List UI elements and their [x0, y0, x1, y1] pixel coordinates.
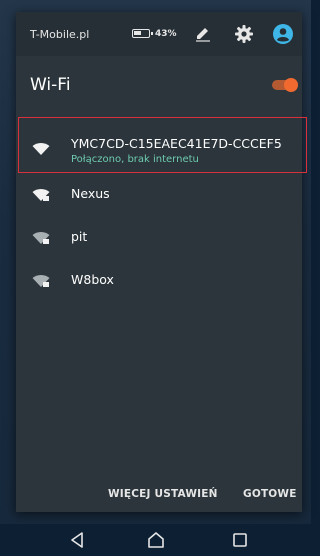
settings-gear-icon[interactable] [234, 24, 254, 44]
wifi-header: Wi-Fi [16, 56, 302, 112]
wifi-toggle[interactable] [272, 78, 300, 92]
user-account-icon[interactable] [272, 23, 294, 45]
toggle-knob [284, 78, 298, 92]
network-item[interactable]: pit [16, 227, 302, 251]
network-ssid: W8box [71, 272, 114, 287]
navigation-bar [0, 524, 311, 556]
battery-icon [132, 29, 153, 38]
wifi-secured-icon [32, 232, 50, 244]
status-bar: T-Mobile.pl 43% [16, 12, 302, 56]
network-ssid: pit [71, 229, 88, 244]
wifi-secured-icon [32, 189, 50, 201]
battery-percent: 43% [155, 29, 177, 39]
recents-icon[interactable] [230, 530, 250, 550]
wifi-secured-icon [32, 275, 50, 287]
back-icon[interactable] [68, 530, 88, 550]
done-button[interactable]: GOTOWE [243, 488, 297, 500]
network-ssid: Nexus [71, 186, 110, 201]
network-item[interactable]: W8box [16, 270, 302, 294]
more-settings-button[interactable]: WIĘCEJ USTAWIEŃ [108, 488, 218, 500]
wifi-title: Wi-Fi [30, 75, 71, 95]
home-icon[interactable] [146, 530, 166, 550]
quick-settings-panel: T-Mobile.pl 43% Wi-Fi YMC7CD-C15EAEC41E7… [16, 12, 307, 512]
network-item[interactable]: Nexus [16, 184, 302, 208]
selected-network-highlight [18, 117, 307, 173]
carrier-label: T-Mobile.pl [30, 28, 90, 41]
edit-pen-icon[interactable] [194, 25, 212, 43]
